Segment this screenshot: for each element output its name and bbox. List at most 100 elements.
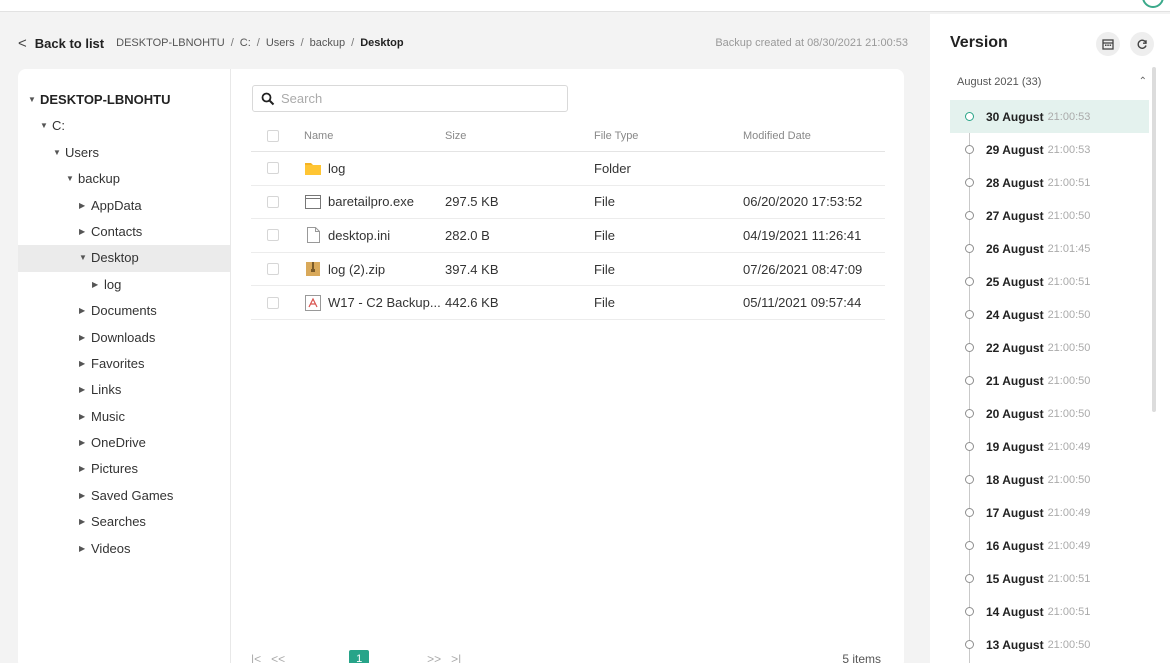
refresh-button[interactable] bbox=[1130, 32, 1154, 56]
table-row[interactable]: baretailpro.exe 297.5 KB File 06/20/2020 17… bbox=[251, 186, 885, 220]
tree-item[interactable]: ▶ Music bbox=[18, 404, 230, 430]
breadcrumb-item-backup[interactable]: backup bbox=[310, 37, 345, 49]
tree-item[interactable]: ▶ Contacts bbox=[18, 219, 230, 245]
tree-item[interactable]: ▼ backup bbox=[18, 166, 230, 192]
search-box[interactable] bbox=[252, 85, 568, 112]
calendar-button[interactable] bbox=[1096, 32, 1120, 56]
version-time: 21:00:51 bbox=[1047, 275, 1091, 288]
caret-down-icon[interactable]: ▼ bbox=[28, 87, 40, 113]
version-item[interactable]: 13 August 21:00:50 bbox=[950, 628, 1149, 661]
version-item[interactable]: 19 August 21:00:49 bbox=[950, 430, 1149, 463]
version-item[interactable]: 18 August 21:00:50 bbox=[950, 463, 1149, 496]
row-checkbox[interactable] bbox=[267, 296, 279, 309]
tree-item[interactable]: ▶ Saved Games bbox=[18, 483, 230, 509]
file-size: 442.6 KB bbox=[445, 295, 499, 311]
caret-right-icon[interactable]: ▶ bbox=[79, 404, 91, 430]
scrollbar[interactable] bbox=[1152, 67, 1156, 412]
file-browser-card: ▼ DESKTOP-LBNOHTU ▼ C: ▼ Users ▼ backup ▶ AppData… bbox=[18, 69, 904, 663]
tree-item-label: Searches bbox=[91, 514, 146, 530]
row-checkbox[interactable] bbox=[267, 229, 279, 242]
table-row[interactable]: desktop.ini 282.0 B File 04/19/2021 11:26:4… bbox=[251, 219, 885, 253]
first-page-button[interactable]: |< bbox=[251, 652, 261, 663]
tree-item[interactable]: ▶ Links bbox=[18, 377, 230, 403]
file-name[interactable]: baretailpro.exe bbox=[328, 194, 414, 209]
version-item[interactable]: 24 August 21:00:50 bbox=[950, 298, 1149, 331]
version-item[interactable]: 21 August 21:00:50 bbox=[950, 364, 1149, 397]
tree-item[interactable]: ▶ OneDrive bbox=[18, 430, 230, 456]
tree-item[interactable]: ▶ Downloads bbox=[18, 325, 230, 351]
version-item[interactable]: 22 August 21:00:50 bbox=[950, 331, 1149, 364]
column-header-name[interactable]: Name bbox=[304, 130, 445, 142]
tree-item[interactable]: ▼ Users bbox=[18, 140, 230, 166]
caret-down-icon[interactable]: ▼ bbox=[66, 166, 78, 192]
version-date: 28 August bbox=[986, 175, 1044, 190]
chevron-up-icon[interactable]: ⌃ bbox=[1139, 76, 1147, 88]
version-item[interactable]: 27 August 21:00:50 bbox=[950, 199, 1149, 232]
column-header-modified-date[interactable]: Modified Date bbox=[743, 130, 885, 142]
next-page-button[interactable]: >> bbox=[427, 652, 441, 663]
month-label: August 2021 (33) bbox=[957, 76, 1042, 88]
file-name[interactable]: log bbox=[328, 161, 345, 176]
tree-item[interactable]: ▼ DESKTOP-LBNOHTU bbox=[18, 87, 230, 113]
version-item[interactable]: 25 August 21:00:51 bbox=[950, 265, 1149, 298]
row-checkbox[interactable] bbox=[267, 162, 279, 175]
caret-right-icon[interactable]: ▶ bbox=[79, 193, 91, 219]
tree-item[interactable]: ▶ Favorites bbox=[18, 351, 230, 377]
version-item[interactable]: 28 August 21:00:51 bbox=[950, 166, 1149, 199]
tree-item[interactable]: ▶ Searches bbox=[18, 509, 230, 535]
caret-right-icon[interactable]: ▶ bbox=[79, 377, 91, 403]
search-input[interactable] bbox=[281, 91, 551, 106]
last-page-button[interactable]: >| bbox=[451, 652, 461, 663]
caret-right-icon[interactable]: ▶ bbox=[79, 483, 91, 509]
version-item[interactable]: 17 August 21:00:49 bbox=[950, 496, 1149, 529]
breadcrumb-item-drive[interactable]: C: bbox=[240, 37, 251, 49]
file-name[interactable]: log (2).zip bbox=[328, 262, 385, 277]
version-item[interactable]: 26 August 21:01:45 bbox=[950, 232, 1149, 265]
month-group-header[interactable]: August 2021 (33) ⌃ bbox=[957, 76, 1147, 88]
tree-item-label: log bbox=[104, 276, 122, 292]
back-to-list-button[interactable]: < Back to list bbox=[18, 35, 104, 52]
caret-down-icon[interactable]: ▼ bbox=[40, 113, 52, 139]
tree-item[interactable]: ▶ Documents bbox=[18, 298, 230, 324]
breadcrumb-item-computer[interactable]: DESKTOP-LBNOHTU bbox=[116, 37, 225, 49]
caret-right-icon[interactable]: ▶ bbox=[79, 456, 91, 482]
version-item[interactable]: 20 August 21:00:50 bbox=[950, 397, 1149, 430]
caret-down-icon[interactable]: ▼ bbox=[53, 140, 65, 166]
caret-right-icon[interactable]: ▶ bbox=[79, 298, 91, 324]
tree-item[interactable]: ▶ Pictures bbox=[18, 456, 230, 482]
breadcrumb-item-users[interactable]: Users bbox=[266, 37, 295, 49]
version-item[interactable]: 14 August 21:00:51 bbox=[950, 595, 1149, 628]
version-item[interactable]: 30 August 21:00:53 bbox=[950, 100, 1149, 133]
caret-right-icon[interactable]: ▶ bbox=[79, 325, 91, 351]
caret-right-icon[interactable]: ▶ bbox=[79, 219, 91, 245]
row-checkbox[interactable] bbox=[267, 263, 279, 276]
table-row[interactable]: log Folder bbox=[251, 152, 885, 186]
caret-right-icon[interactable]: ▶ bbox=[79, 351, 91, 377]
table-row[interactable]: log (2).zip 397.4 KB File 07/26/2021 08:47:… bbox=[251, 253, 885, 287]
version-item[interactable]: 16 August 21:00:49 bbox=[950, 529, 1149, 562]
caret-right-icon[interactable]: ▶ bbox=[79, 536, 91, 562]
version-item[interactable]: 15 August 21:00:51 bbox=[950, 562, 1149, 595]
caret-right-icon[interactable]: ▶ bbox=[79, 430, 91, 456]
column-header-size[interactable]: Size bbox=[445, 130, 594, 142]
table-row[interactable]: W17 - C2 Backup... 442.6 KB File 05/11/2021… bbox=[251, 286, 885, 320]
previous-page-button[interactable]: << bbox=[271, 652, 285, 663]
caret-down-icon[interactable]: ▼ bbox=[79, 245, 91, 271]
caret-right-icon[interactable]: ▶ bbox=[92, 272, 104, 298]
select-all-checkbox[interactable] bbox=[267, 130, 279, 142]
version-time: 21:00:53 bbox=[1047, 143, 1091, 156]
file-name[interactable]: desktop.ini bbox=[328, 228, 390, 243]
caret-right-icon[interactable]: ▶ bbox=[79, 509, 91, 535]
tree-item[interactable]: ▼ Desktop bbox=[18, 245, 230, 272]
column-header-file-type[interactable]: File Type bbox=[594, 130, 743, 142]
file-name[interactable]: W17 - C2 Backup... bbox=[328, 295, 441, 310]
tree-item[interactable]: ▶ log bbox=[18, 272, 230, 298]
tree-item[interactable]: ▶ Videos bbox=[18, 536, 230, 562]
tree-item[interactable]: ▼ C: bbox=[18, 113, 230, 139]
version-date: 20 August bbox=[986, 406, 1044, 421]
version-item[interactable]: 29 August 21:00:53 bbox=[950, 133, 1149, 166]
status-ring-icon[interactable] bbox=[1142, 0, 1164, 8]
row-checkbox[interactable] bbox=[267, 195, 279, 208]
page-number-button[interactable]: 1 bbox=[349, 650, 370, 663]
tree-item[interactable]: ▶ AppData bbox=[18, 193, 230, 219]
